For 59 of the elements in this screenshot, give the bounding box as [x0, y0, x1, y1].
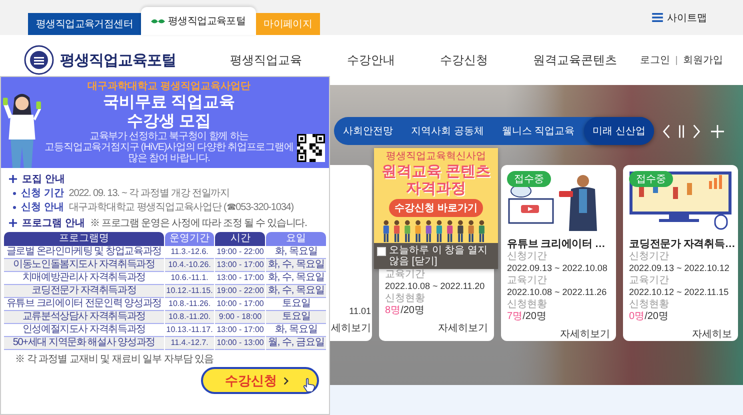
banner-text: 고등직업교육거점지구 (HiVE)사업의 다양한 취업프로그램에	[44, 142, 294, 153]
info-label: 신청 안내	[21, 201, 64, 214]
info-value: 2022.10.08 ~ 2022.11.20	[385, 280, 486, 292]
table-cell: 월, 수, 금요일	[266, 337, 326, 350]
applicant-total: /20명	[644, 311, 668, 322]
status-badge: 접수중	[507, 171, 551, 187]
info-value: 2022.09.13 ~ 2022.10.08	[507, 262, 608, 274]
banner-headline: 국비무료 직업교육	[102, 93, 236, 112]
column-header: 요일	[266, 232, 326, 246]
status-badge: 접수중	[629, 171, 673, 187]
info-label: 신청현황	[385, 293, 426, 304]
info-label: 신청현황	[629, 299, 670, 310]
table-cell: 50+세대 지역문화 해설사 양성과정	[4, 337, 164, 350]
info-label: 교육기간	[507, 275, 548, 286]
applicant-count: 7명	[507, 311, 523, 322]
info-label: 교육기간	[629, 275, 670, 286]
table-cell: 화, 수, 목요일	[266, 259, 326, 272]
footnote: ※ 각 과정별 교재비 및 재료비 일부 자부담 있음	[14, 353, 215, 366]
info-label: 신청 기간	[21, 187, 64, 200]
banner-headline: 수강생 모집	[126, 112, 212, 131]
info-label: 신청현황	[507, 299, 548, 310]
table-cell: 10.8.-11.20.	[164, 311, 214, 324]
table-cell: 교류분석상담사 자격취득과정	[4, 311, 164, 324]
table-cell: 화, 수, 목요일	[266, 285, 326, 298]
info-label: 신청기간	[629, 251, 670, 262]
info-value: 대구과학대학교 평생직업교육사업단 (☎053-320-1034)	[68, 201, 294, 214]
info-value: 11.01	[349, 305, 371, 317]
info-value: 2022.10.08 ~ 2022.11.26	[507, 286, 608, 298]
table-cell: 11.4.-12.7.	[164, 337, 214, 350]
applicant-total: /20명	[522, 311, 546, 322]
applicant-count: 0명	[629, 311, 645, 322]
note-text: ※ 프로그램 운영은 사정에 따라 조정 될 수 있습니다.	[90, 216, 307, 230]
banner-org-title: 대구과학대학교 평생직업교육사업단	[88, 80, 250, 93]
table-cell: 9:00 - 18:00	[215, 311, 266, 324]
table-cell: 10:00 - 13:00	[215, 337, 266, 350]
section-heading: 프로그램 안내	[22, 216, 85, 230]
popup-kicker: 평생직업교육혁신사업	[386, 151, 486, 163]
info-value: 2022.09.13 ~ 2022.10.12	[629, 262, 730, 274]
banner-text: 많은 참여 바랍니다.	[128, 153, 210, 164]
column-header: 프로그램명	[4, 232, 164, 246]
table-cell: 13:00 - 17:00	[215, 259, 266, 272]
info-value: 2022.10.12 ~ 2022.11.15	[629, 286, 730, 298]
table-cell: 토요일	[266, 311, 326, 324]
info-value: 2022. 09. 13. ~ 각 과정별 개강 전일까지	[68, 187, 230, 200]
popup-title: 원격교육 콘텐츠	[381, 163, 491, 180]
column-header: 운영기간	[164, 232, 214, 246]
info-label: 신청기간	[507, 251, 548, 262]
applicant-count: 8명	[385, 305, 401, 316]
table-cell: 19:00 - 22:00	[215, 285, 266, 298]
section-heading: 모집 안내	[22, 172, 65, 186]
table-cell: 10.4.-10.26.	[164, 259, 214, 272]
banner-text: 교육부가 선정하고 북구청이 함께 하는	[89, 131, 249, 142]
applicant-total: /20명	[400, 305, 424, 316]
table-cell: 이동노인돌봄지도사 자격취득과정	[4, 259, 164, 272]
table-cell: 10.12.-11.15.	[164, 285, 214, 298]
column-header: 시간	[215, 232, 266, 246]
popup-title: 자격과정	[406, 180, 466, 197]
table-cell: 코딩전문가 자격취득과정	[4, 285, 164, 298]
info-label: 교육기간	[385, 269, 426, 280]
